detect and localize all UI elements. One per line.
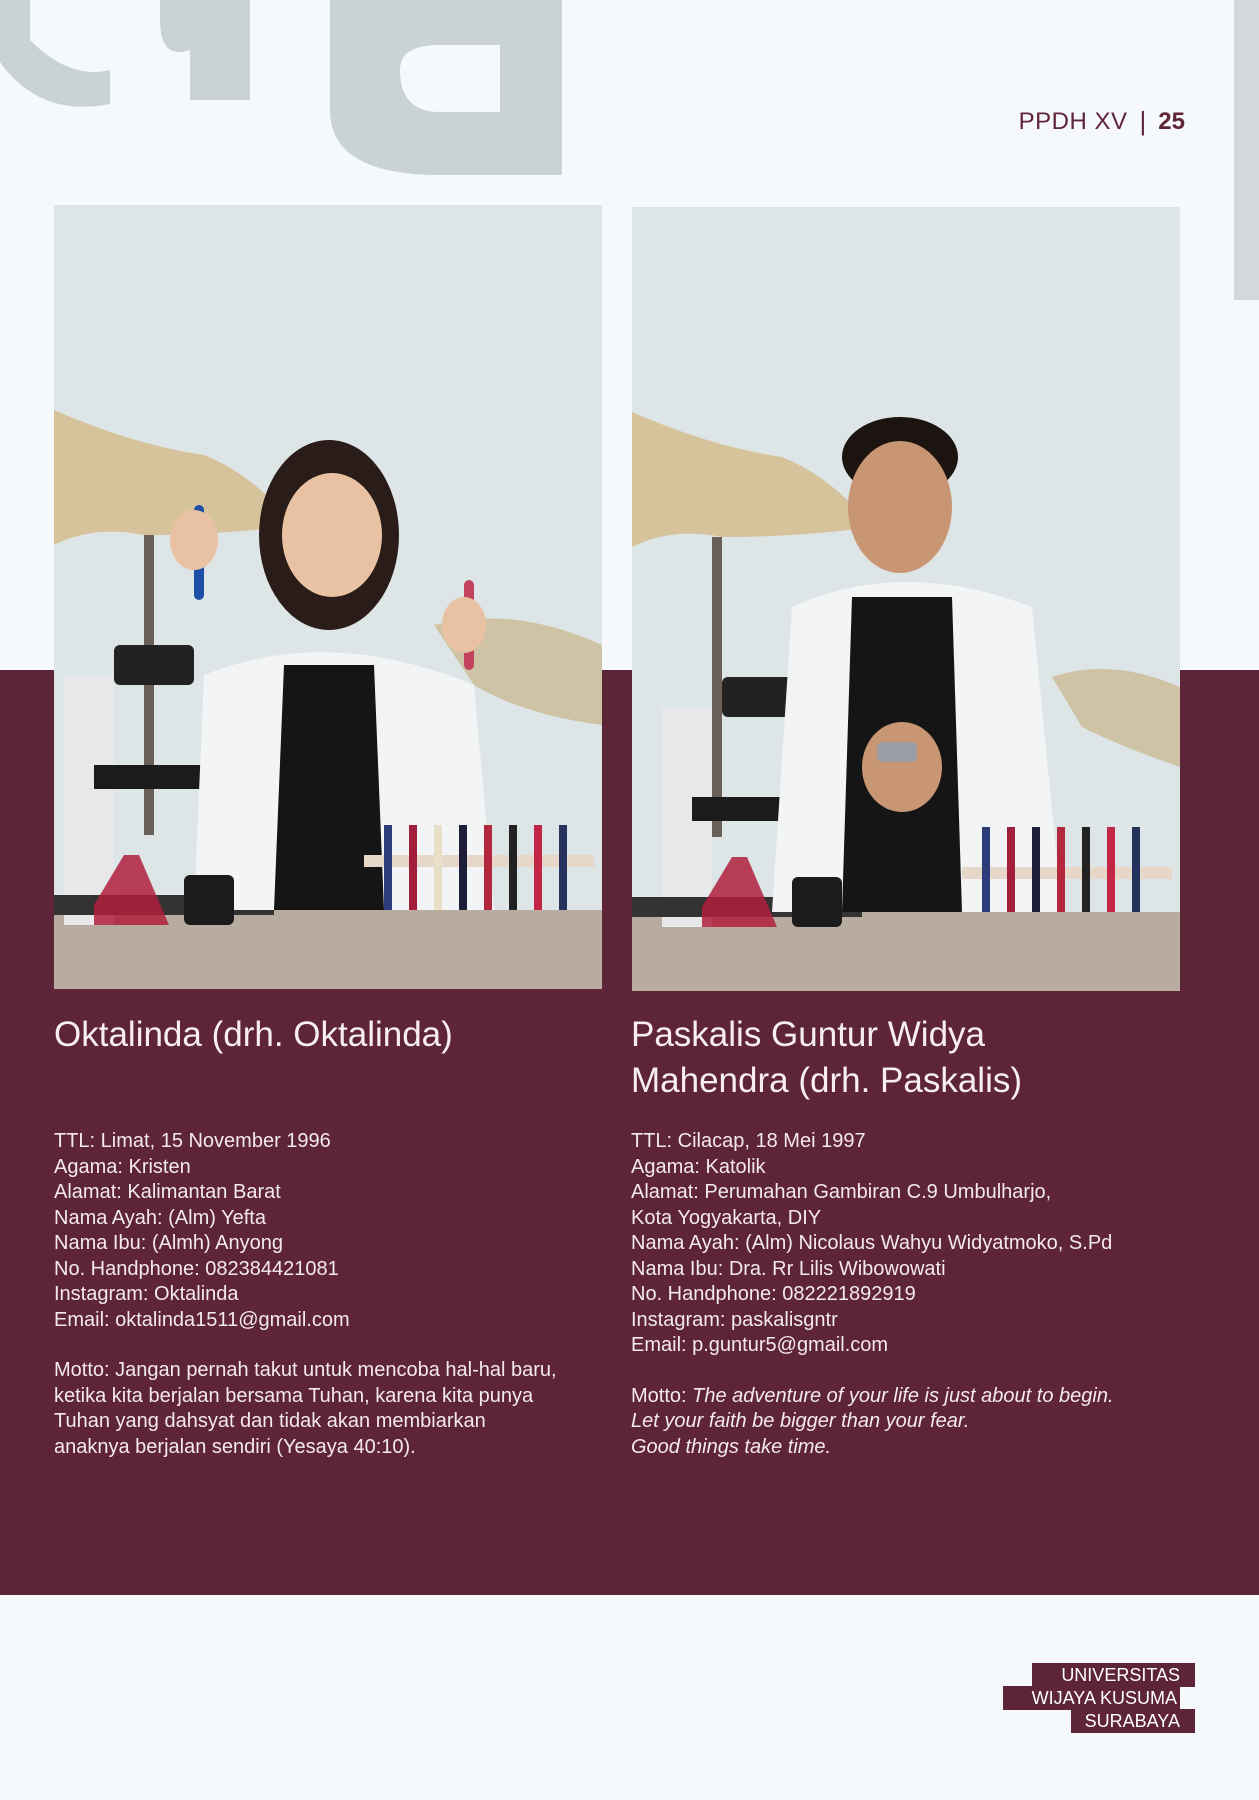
- page-header: PPDH XV | 25: [1019, 106, 1185, 137]
- page: PPDH XV | 25 Oktalinda (drh. Oktalinda) …: [0, 0, 1259, 1800]
- profile-name-line: Oktalinda (drh. Oktalinda): [54, 1015, 453, 1054]
- detail-instagram: Instagram: paskalisgntr: [631, 1308, 838, 1331]
- detail-ttl: TTL: Limat, 15 November 1996: [54, 1130, 331, 1152]
- detail-nama-ibu: Nama Ibu: (Almh) Anyong: [54, 1232, 283, 1254]
- profile-motto: Motto: The adventure of your life is jus…: [631, 1384, 1191, 1461]
- motto-line: Let your faith be bigger than your fear.: [631, 1410, 970, 1432]
- motto-label: Motto:: [54, 1359, 116, 1381]
- profile-oktalinda: Oktalinda (drh. Oktalinda) TTL: Limat, 1…: [54, 1012, 614, 1460]
- profile-paskalis: Paskalis Guntur Widya Mahendra (drh. Pas…: [631, 1012, 1191, 1460]
- detail-nama-ibu: Nama Ibu: Dra. Rr Lilis Wibowowati: [631, 1257, 946, 1280]
- profile-name-line: Mahendra (drh. Paskalis): [631, 1061, 1022, 1100]
- detail-alamat: Alamat: Kalimantan Barat: [54, 1181, 281, 1203]
- decorative-letters: [0, 0, 562, 175]
- profile-motto: Motto: Jangan pernah takut untuk mencoba…: [54, 1358, 614, 1460]
- motto-line: Tuhan yang dahsyat dan tidak akan membia…: [54, 1410, 486, 1432]
- motto-line: ketika kita berjalan bersama Tuhan, kare…: [54, 1384, 534, 1407]
- profile-name: Paskalis Guntur Widya Mahendra (drh. Pas…: [631, 1012, 1191, 1104]
- detail-email: Email: oktalinda1511@gmail.com: [54, 1308, 350, 1331]
- profile-details: TTL: Cilacap, 18 Mei 1997 Agama: Katolik…: [631, 1129, 1191, 1359]
- motto-line: The adventure of your life is just about…: [692, 1384, 1114, 1407]
- detail-handphone: No. Handphone: 082384421081: [54, 1257, 339, 1280]
- motto-line: Jangan pernah takut untuk mencoba hal-ha…: [115, 1359, 557, 1381]
- motto-line: Good things take time.: [631, 1435, 832, 1458]
- logo-line: WIJAYA KUSUMA: [1031, 1688, 1177, 1708]
- detail-agama: Agama: Kristen: [54, 1155, 191, 1178]
- logo-line: UNIVERSITAS: [1061, 1665, 1180, 1685]
- portrait-photo-oktalinda: [54, 205, 602, 989]
- detail-nama-ayah: Nama Ayah: (Alm) Yefta: [54, 1206, 266, 1229]
- detail-instagram: Instagram: Oktalinda: [54, 1283, 239, 1305]
- portrait-photo-paskalis: [632, 207, 1180, 991]
- motto-label: Motto:: [631, 1384, 693, 1407]
- detail-nama-ayah: Nama Ayah: (Alm) Nicolaus Wahyu Widyatmo…: [631, 1232, 1113, 1254]
- logo-line: SURABAYA: [1084, 1711, 1180, 1731]
- page-number: 25: [1158, 107, 1185, 135]
- motto-line: anaknya berjalan sendiri (Yesaya 40:10).: [54, 1435, 416, 1458]
- detail-agama: Agama: Katolik: [631, 1155, 766, 1178]
- profile-name-line: Paskalis Guntur Widya: [631, 1015, 986, 1054]
- detail-handphone: No. Handphone: 082221892919: [631, 1283, 916, 1305]
- detail-alamat: Alamat: Perumahan Gambiran C.9 Umbulharj…: [631, 1181, 1052, 1203]
- header-separator: |: [1139, 106, 1147, 136]
- university-logo: UNIVERSITAS WIJAYA KUSUMA SURABAYA: [1003, 1663, 1195, 1733]
- profile-name: Oktalinda (drh. Oktalinda): [54, 1012, 614, 1058]
- detail-ttl: TTL: Cilacap, 18 Mei 1997: [631, 1130, 866, 1152]
- profile-details: TTL: Limat, 15 November 1996 Agama: Kris…: [54, 1129, 614, 1333]
- detail-email: Email: p.guntur5@gmail.com: [631, 1334, 889, 1356]
- edge-bar: [1234, 0, 1259, 300]
- publication-title: PPDH XV: [1018, 107, 1128, 135]
- detail-alamat-continued: Kota Yogyakarta, DIY: [631, 1206, 822, 1229]
